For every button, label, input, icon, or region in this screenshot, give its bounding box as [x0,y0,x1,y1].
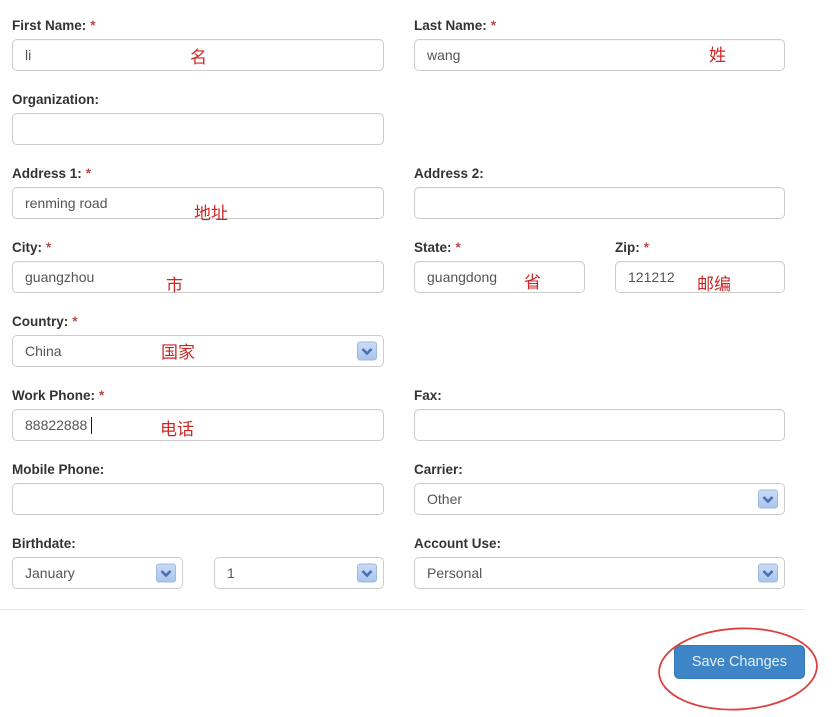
carrier-field: Carrier: Other [414,461,785,515]
mobile-phone-field: Mobile Phone: [12,461,384,515]
city-input[interactable] [12,261,384,293]
last-name-label-text: Last Name: [414,18,487,33]
last-name-field: Last Name:* 姓 [414,17,785,71]
mobile-phone-label: Mobile Phone: [12,461,384,478]
last-name-input[interactable] [414,39,785,71]
required-asterisk: * [46,240,52,255]
zip-label-text: Zip: [615,240,640,255]
address2-label: Address 2: [414,165,785,182]
city-field: City:* 市 [12,239,384,294]
first-name-label-text: First Name: [12,18,87,33]
work-phone-label: Work Phone: * [12,387,384,404]
birthdate-day-value: 1 [227,565,235,581]
carrier-select[interactable]: Other [414,483,785,515]
fax-label-text: Fax: [414,388,442,403]
fax-input[interactable] [414,409,785,441]
address1-field: Address 1:* 地址 [12,165,384,222]
state-label-text: State: [414,240,452,255]
carrier-label: Carrier: [414,461,785,478]
work-phone-label-text: Work Phone: [12,388,96,403]
required-asterisk: * [643,240,650,255]
city-label: City: * [12,239,384,256]
organization-label: Organization: [12,91,384,108]
required-asterisk: * [90,18,96,33]
birthdate-day-select[interactable]: 1 [214,557,384,589]
country-select[interactable]: China [12,335,384,367]
work-phone-field: Work Phone:* 电话 [12,387,384,441]
required-asterisk: * [490,18,497,33]
required-asterisk: * [72,314,78,329]
state-input[interactable] [414,261,585,293]
birthdate-month-select[interactable]: January [12,557,183,589]
zip-label: Zip: * [615,239,785,256]
city-label-text: City: [12,240,42,255]
account-use-selected-value: Personal [427,565,483,581]
account-use-label: Account Use: [414,535,785,552]
first-name-input[interactable] [12,39,384,71]
address2-field: Address 2: [414,165,785,219]
dropdown-arrow-icon[interactable] [758,489,778,509]
organization-label-text: Organization: [12,92,99,107]
required-asterisk: * [455,240,461,255]
address1-input[interactable] [12,187,384,219]
dropdown-arrow-icon[interactable] [758,563,778,583]
mobile-phone-label-text: Mobile Phone: [12,462,105,477]
first-name-label: First Name: * [12,17,384,34]
address1-label: Address 1: * [12,165,384,182]
birthdate-field: Birthdate: January 1 [12,535,384,589]
address1-label-text: Address 1: [12,166,82,181]
dropdown-arrow-icon[interactable] [156,563,176,583]
country-field: Country: * China 国家 [12,313,384,367]
carrier-label-text: Carrier: [414,462,463,477]
last-name-label: Last Name: * [414,17,785,34]
mobile-phone-input[interactable] [12,483,384,515]
country-selected-value: China [25,343,62,359]
zip-field: Zip:* 邮编 [615,239,785,293]
account-use-select[interactable]: Personal [414,557,785,589]
state-field: State:* 省 [414,239,585,293]
work-phone-input[interactable] [12,409,384,441]
form-actions: Save Changes [12,610,836,700]
fax-label: Fax: [414,387,785,404]
account-use-field: Account Use: Personal [414,535,785,589]
required-asterisk: * [85,166,92,181]
organization-field: Organization: [12,91,384,145]
country-label-text: Country: [12,314,69,329]
dropdown-arrow-icon[interactable] [357,341,377,361]
country-label: Country: * [12,313,384,330]
address2-input[interactable] [414,187,785,219]
organization-input[interactable] [12,113,384,145]
fax-field: Fax: [414,387,785,441]
dropdown-arrow-icon[interactable] [357,563,377,583]
birthdate-label: Birthdate: [12,535,384,552]
carrier-selected-value: Other [427,491,463,507]
birthdate-month-value: January [25,565,75,581]
zip-input[interactable] [615,261,785,293]
state-label: State: * [414,239,585,256]
profile-form: First Name:* 名 Last Name:* 姓 Organizatio… [0,0,836,700]
address2-label-text: Address 2: [414,166,484,181]
birthdate-label-text: Birthdate: [12,536,76,551]
required-asterisk: * [99,388,105,403]
account-use-label-text: Account Use: [414,536,502,551]
save-button[interactable]: Save Changes [673,645,805,679]
text-cursor [91,417,92,434]
first-name-field: First Name:* 名 [12,17,384,71]
